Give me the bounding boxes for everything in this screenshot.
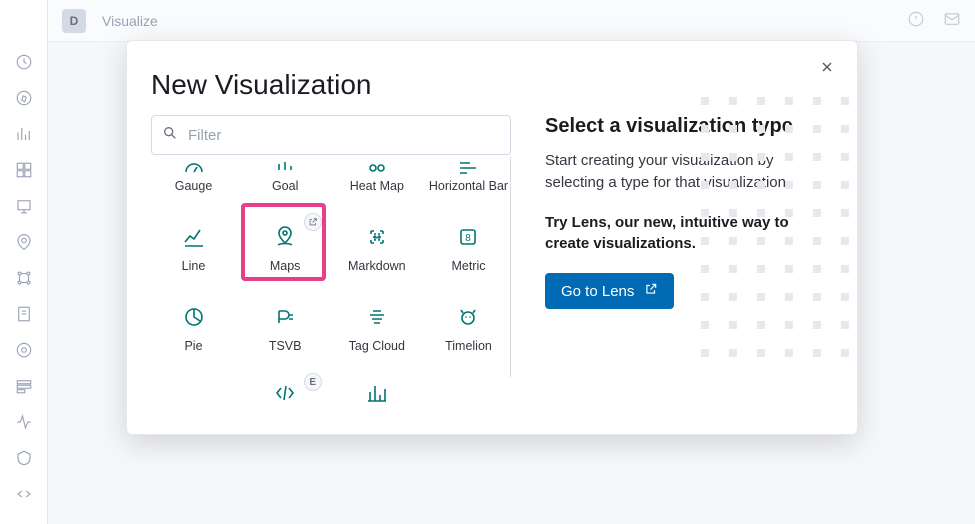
nav-dev-icon[interactable] [8, 478, 40, 510]
mail-icon[interactable] [943, 10, 961, 31]
filter-input-wrap[interactable] [151, 115, 511, 155]
heatmap-icon [361, 163, 393, 173]
viz-markdown[interactable]: Markdown [334, 215, 419, 273]
viz-label: Goal [272, 179, 298, 193]
viz-horizontal-bar[interactable]: Horizontal Bar [426, 157, 511, 193]
newsfeed-icon[interactable] [907, 10, 925, 31]
line-icon [178, 221, 210, 253]
space-selector[interactable]: D [62, 9, 86, 33]
nav-apm-icon[interactable] [8, 370, 40, 402]
hbar-icon [452, 163, 484, 173]
maps-icon [269, 221, 301, 253]
markdown-icon [361, 221, 393, 253]
go-to-lens-button[interactable]: Go to Lens [545, 273, 674, 309]
lens-button-label: Go to Lens [561, 283, 634, 300]
viz-label: Maps [270, 259, 301, 273]
viz-vertical-bar[interactable] [334, 375, 419, 409]
metric-icon: 8 [452, 221, 484, 253]
nav-canvas-icon[interactable] [8, 190, 40, 222]
viz-vega[interactable]: E [243, 375, 328, 409]
side-nav [0, 0, 48, 524]
external-badge-icon [304, 213, 322, 231]
nav-dashboard-icon[interactable] [8, 154, 40, 186]
experimental-badge: E [304, 373, 322, 391]
nav-infra-icon[interactable] [8, 298, 40, 330]
search-icon [162, 125, 188, 145]
nav-recent-icon[interactable] [8, 46, 40, 78]
viz-label: TSVB [269, 339, 302, 353]
goal-icon [269, 163, 301, 173]
viz-timelion[interactable]: Timelion [426, 295, 511, 353]
breadcrumb: Visualize [102, 13, 158, 29]
viz-heatmap[interactable]: Heat Map [334, 157, 419, 193]
gauge-icon [178, 163, 210, 173]
pie-icon [178, 301, 210, 333]
top-header: D Visualize [48, 0, 975, 42]
nav-siem-icon[interactable] [8, 442, 40, 474]
nav-maps-icon[interactable] [8, 226, 40, 258]
tagcloud-icon [361, 301, 393, 333]
viz-goal[interactable]: Goal [243, 157, 328, 193]
viz-metric[interactable]: 8 Metric [426, 215, 511, 273]
viz-line[interactable]: Line [151, 215, 236, 273]
decorative-dots [701, 97, 851, 359]
nav-logs-icon[interactable] [8, 334, 40, 366]
viz-label: Markdown [348, 259, 406, 273]
timelion-icon [452, 301, 484, 333]
nav-ml-icon[interactable] [8, 262, 40, 294]
new-visualization-modal: New Visualization Gauge [126, 40, 858, 435]
viz-gauge[interactable]: Gauge [151, 157, 236, 193]
viz-tsvb[interactable]: TSVB [243, 295, 328, 353]
viz-tagcloud[interactable]: Tag Cloud [334, 295, 419, 353]
nav-uptime-icon[interactable] [8, 406, 40, 438]
viz-pie[interactable]: Pie [151, 295, 236, 353]
viz-label: Tag Cloud [349, 339, 405, 353]
viz-label: Line [182, 259, 206, 273]
viz-label: Pie [184, 339, 202, 353]
svg-text:8: 8 [466, 233, 472, 244]
viz-label: Timelion [445, 339, 492, 353]
viz-label: Gauge [175, 179, 213, 193]
viz-label: Metric [451, 259, 485, 273]
nav-discover-icon[interactable] [8, 82, 40, 114]
external-link-icon [644, 282, 658, 300]
nav-visualize-icon[interactable] [8, 118, 40, 150]
vega-icon [269, 377, 301, 409]
viz-label: Horizontal Bar [429, 179, 508, 193]
filter-input[interactable] [188, 127, 500, 144]
tsvb-icon [269, 301, 301, 333]
viz-label: Heat Map [350, 179, 404, 193]
vbar-icon [361, 377, 393, 409]
viz-maps[interactable]: Maps [243, 215, 328, 273]
close-button[interactable] [819, 59, 835, 80]
